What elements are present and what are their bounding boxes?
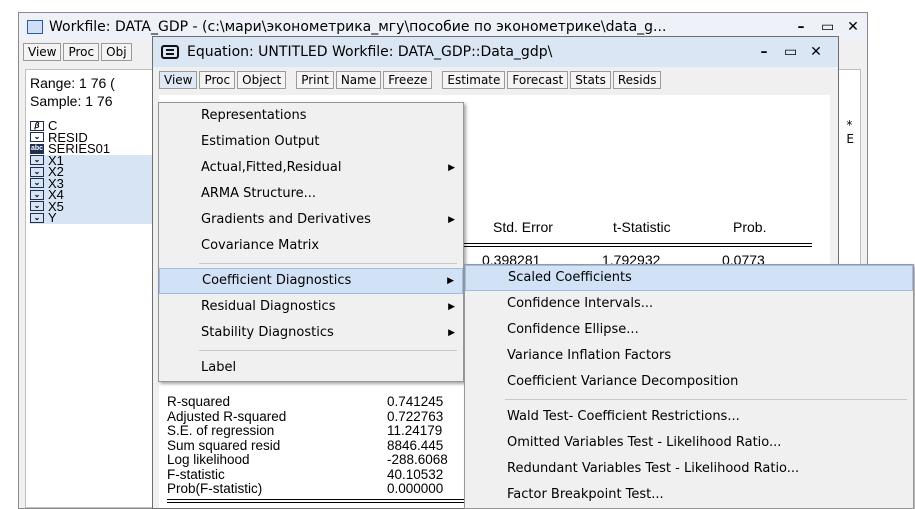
equation-toolbar: View Proc Object Print Name Freeze Estim… bbox=[153, 67, 838, 93]
close-button[interactable]: ✕ bbox=[810, 44, 822, 60]
header-partial: t bbox=[459, 219, 493, 235]
menu-item-stability-diagnostics[interactable]: Stability Diagnostics ▶ bbox=[159, 320, 463, 346]
submenu-arrow-icon: ▶ bbox=[448, 163, 455, 173]
workfile-title: Workfile: DATA_GDP - (c:\мари\эконометри… bbox=[49, 19, 667, 35]
menu-item-gradients-derivatives[interactable]: Gradients and Derivatives ▶ bbox=[159, 207, 463, 233]
header-rule bbox=[459, 243, 812, 247]
menu-item-scaled-coefficients[interactable]: Scaled Coefficients bbox=[465, 265, 913, 291]
menu-item-label[interactable]: Label bbox=[159, 355, 463, 381]
minimize-button[interactable]: – bbox=[758, 44, 770, 60]
menu-separator bbox=[199, 263, 457, 264]
menu-item-actual-fitted-residual[interactable]: Actual,Fitted,Residual ▶ bbox=[159, 155, 463, 181]
object-button[interactable]: Obj bbox=[101, 43, 132, 61]
estimate-button[interactable]: Estimate bbox=[442, 71, 506, 89]
coefficient-table-header: t Std. Error t-Statistic Prob. bbox=[459, 219, 766, 235]
sample-label: Sample: 1 76 bbox=[30, 93, 113, 109]
series-icon: ⌄ bbox=[30, 132, 44, 143]
object-button[interactable]: Object bbox=[237, 71, 287, 89]
coefficient-diagnostics-submenu: Scaled Coefficients Confidence Intervals… bbox=[464, 264, 914, 509]
range-label: Range: 1 76 ( bbox=[30, 75, 115, 91]
close-button[interactable]: ✕ bbox=[847, 19, 859, 35]
forecast-button[interactable]: Forecast bbox=[507, 71, 569, 89]
menu-item-confidence-intervals[interactable]: Confidence Intervals... bbox=[465, 291, 913, 317]
menu-item-confidence-ellipse[interactable]: Confidence Ellipse... bbox=[465, 317, 913, 343]
series-icon: ⌄ bbox=[30, 189, 44, 200]
menu-item-covariance-matrix[interactable]: Covariance Matrix bbox=[159, 233, 463, 259]
equation-icon bbox=[161, 45, 179, 59]
range-sample-box[interactable]: Range: 1 76 ( Sample: 1 76 bbox=[26, 70, 171, 116]
view-button[interactable]: View bbox=[159, 71, 198, 89]
series-icon: ⌄ bbox=[30, 166, 44, 177]
workfile-right-edge: * E bbox=[846, 118, 854, 146]
submenu-arrow-icon: ▶ bbox=[447, 276, 454, 286]
footer-rule bbox=[167, 499, 467, 503]
equation-title: Equation: UNTITLED Workfile: DATA_GDP::D… bbox=[187, 44, 553, 60]
series-icon: ⌄ bbox=[30, 155, 44, 166]
menu-separator bbox=[505, 399, 907, 400]
menu-item-omitted-variables-test[interactable]: Omitted Variables Test - Likelihood Rati… bbox=[465, 430, 913, 456]
name-button[interactable]: Name bbox=[335, 71, 382, 89]
regression-statistics: R-squared 0.741245 Adjusted R-squared 0.72… bbox=[167, 394, 448, 496]
equation-titlebar[interactable]: Equation: UNTITLED Workfile: DATA_GDP::D… bbox=[153, 37, 838, 67]
resids-button[interactable]: Resids bbox=[612, 71, 662, 89]
minimize-button[interactable]: – bbox=[795, 19, 807, 35]
workfile-icon bbox=[27, 20, 43, 34]
header-prob: Prob. bbox=[733, 219, 767, 235]
menu-item-arma-structure[interactable]: ARMA Structure... bbox=[159, 181, 463, 207]
menu-item-estimation-output[interactable]: Estimation Output bbox=[159, 129, 463, 155]
coef-vector-icon: β bbox=[30, 120, 44, 131]
print-button[interactable]: Print bbox=[296, 71, 334, 89]
maximize-button[interactable]: ▭ bbox=[784, 44, 797, 60]
alpha-series-icon: abc bbox=[30, 143, 44, 154]
series-icon: ⌄ bbox=[30, 178, 44, 189]
stats-button[interactable]: Stats bbox=[570, 71, 611, 89]
menu-item-coefficient-variance-decomposition[interactable]: Coefficient Variance Decomposition bbox=[465, 369, 913, 395]
series-icon: ⌄ bbox=[30, 212, 44, 223]
submenu-arrow-icon: ▶ bbox=[448, 215, 455, 225]
menu-item-variance-inflation-factors[interactable]: Variance Inflation Factors bbox=[465, 343, 913, 369]
view-button[interactable]: View bbox=[23, 43, 62, 61]
maximize-button[interactable]: ▭ bbox=[821, 19, 834, 35]
menu-item-redundant-variables-test[interactable]: Redundant Variables Test - Likelihood Ra… bbox=[465, 456, 913, 482]
menu-item-coefficient-diagnostics[interactable]: Coefficient Diagnostics ▶ bbox=[159, 268, 463, 294]
menu-item-residual-diagnostics[interactable]: Residual Diagnostics ▶ bbox=[159, 294, 463, 320]
proc-button[interactable]: Proc bbox=[199, 71, 236, 89]
freeze-button[interactable]: Freeze bbox=[383, 71, 433, 89]
menu-item-factor-breakpoint-test[interactable]: Factor Breakpoint Test... bbox=[465, 482, 913, 508]
header-std-error: Std. Error bbox=[493, 219, 553, 235]
header-t-statistic: t-Statistic bbox=[613, 219, 671, 235]
series-icon: ⌄ bbox=[30, 201, 44, 212]
submenu-arrow-icon: ▶ bbox=[448, 328, 455, 338]
submenu-arrow-icon: ▶ bbox=[448, 302, 455, 312]
view-menu: Representations Estimation Output Actual… bbox=[158, 102, 464, 382]
proc-button[interactable]: Proc bbox=[63, 43, 100, 61]
menu-separator bbox=[199, 350, 457, 351]
menu-item-representations[interactable]: Representations bbox=[159, 103, 463, 129]
menu-item-wald-test[interactable]: Wald Test- Coefficient Restrictions... bbox=[465, 404, 913, 430]
